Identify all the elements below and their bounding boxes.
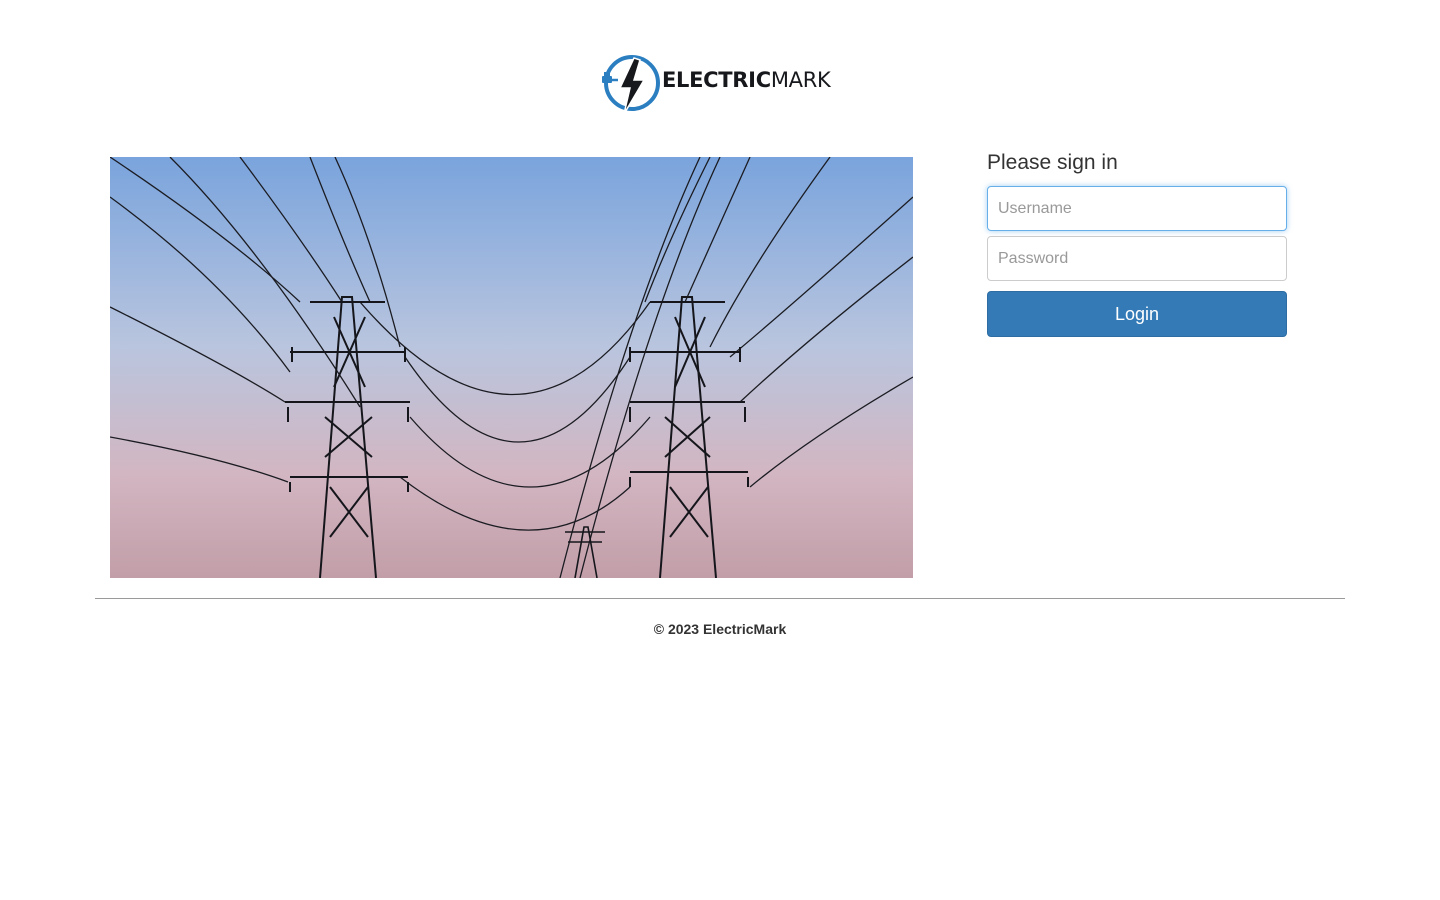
signin-heading: Please sign in: [987, 151, 1118, 174]
lightning-plug-icon: [602, 55, 660, 115]
brand-logo: ELECTRICMARK: [600, 52, 840, 116]
username-input[interactable]: [987, 186, 1287, 231]
hero-image: [110, 157, 913, 578]
brand-word-bold: ELECTRIC: [662, 68, 771, 92]
signin-form: Please sign in Login: [987, 150, 1287, 337]
brand-wordmark: ELECTRICMARK: [662, 66, 831, 94]
password-input[interactable]: [987, 236, 1287, 281]
footer-divider: [95, 598, 1345, 599]
login-button[interactable]: Login: [987, 291, 1287, 337]
footer-copyright: © 2023 ElectricMark: [653, 621, 787, 637]
brand-word-regular: MARK: [770, 68, 831, 92]
